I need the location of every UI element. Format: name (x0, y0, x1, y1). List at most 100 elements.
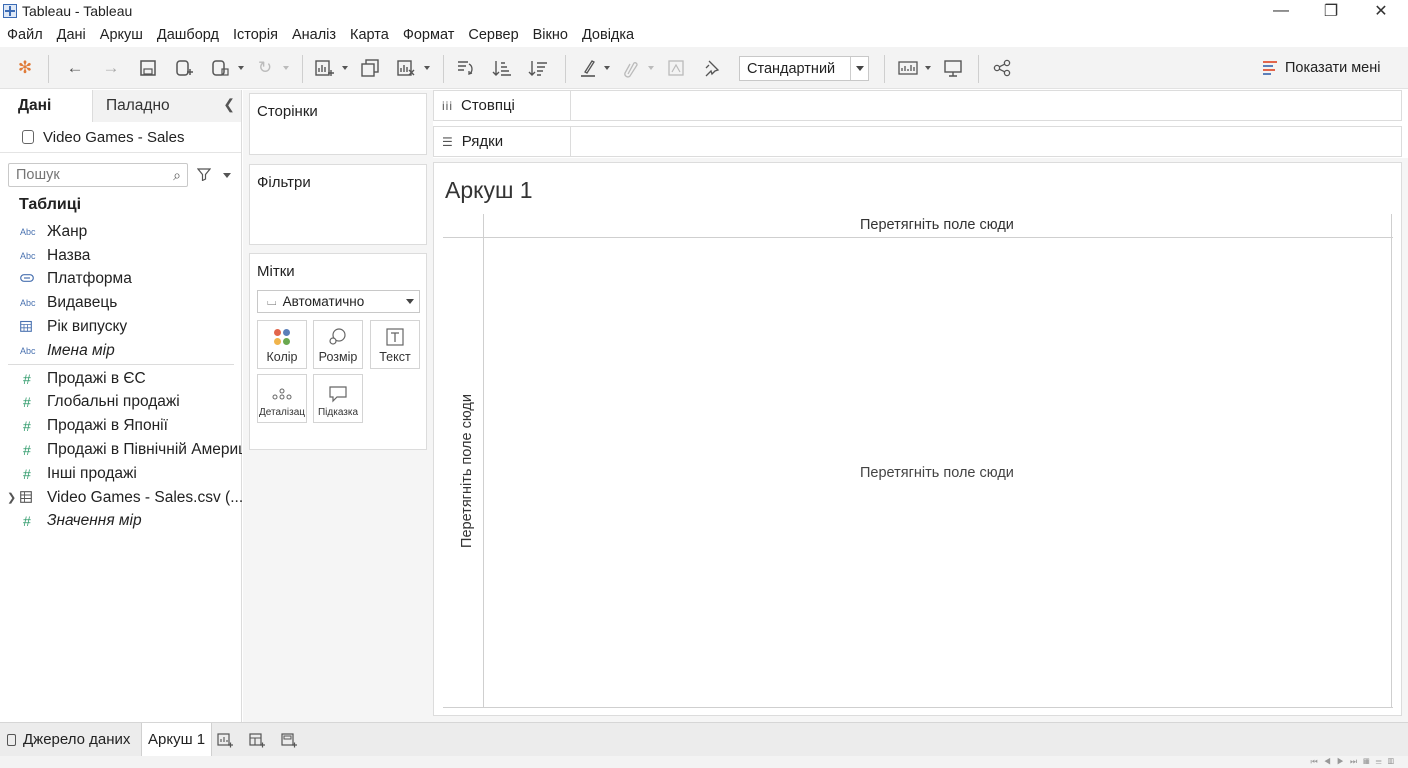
collapse-pane-icon[interactable]: ❮ (223, 96, 235, 113)
show-mark-labels-icon[interactable] (664, 56, 688, 80)
menu-dashboard[interactable]: Дашборд (157, 27, 219, 43)
rows-shelf[interactable]: ☰ Рядки (433, 126, 1402, 157)
pages-shelf[interactable]: Сторінки (249, 93, 427, 155)
tab-analytics[interactable]: Паладно (93, 90, 241, 122)
menu-server[interactable]: Сервер (468, 27, 518, 43)
restore-button[interactable]: ❐ (1308, 0, 1354, 22)
show-cards-icon[interactable] (896, 56, 920, 80)
tableau-logo-icon[interactable]: ✻ (13, 56, 37, 80)
field-measure-values[interactable]: # Значення мір (0, 510, 242, 534)
filter-icon[interactable] (196, 167, 212, 184)
field-jp-sales[interactable]: # Продажі в Японії (0, 414, 242, 438)
minimize-button[interactable]: — (1258, 0, 1304, 22)
columns-shelf-label-cell: iii Стовпці (434, 91, 571, 120)
expand-chevron-icon[interactable]: ❯ (7, 491, 16, 504)
color-mark-button[interactable]: Колір (257, 320, 307, 369)
search-box[interactable]: ⌕ (8, 163, 188, 187)
menu-data[interactable]: Дані (57, 27, 86, 43)
drop-field-columns-zone[interactable]: Перетягніть поле сюди (860, 217, 1014, 233)
fit-select-arrow[interactable] (850, 57, 868, 80)
text-mark-button[interactable]: Текст (370, 320, 420, 369)
field-other-sales[interactable]: # Інші продажі (0, 462, 242, 486)
menu-story[interactable]: Історія (233, 27, 278, 43)
field-global-sales[interactable]: # Глобальні продажі (0, 391, 242, 415)
group-members-icon[interactable] (618, 56, 642, 80)
new-worksheet-icon[interactable] (312, 56, 336, 80)
refresh-dropdown[interactable] (283, 66, 289, 70)
marks-card: Мітки ⌴ Автоматично Колір Розмір Текст Д… (249, 253, 427, 450)
sheet-title[interactable]: Аркуш 1 (445, 177, 533, 204)
sheet-navigation-icons[interactable]: ⏮◀▶⏭▦☰▥ (1311, 757, 1400, 767)
field-name[interactable]: Abc Назва (0, 244, 242, 268)
field-measure-names[interactable]: Abc Імена мір (0, 339, 242, 363)
new-worksheet-dropdown[interactable] (342, 66, 348, 70)
group-members-dropdown[interactable] (648, 66, 654, 70)
view-options-dropdown[interactable] (223, 172, 231, 178)
presentation-mode-icon[interactable] (941, 56, 965, 80)
string-type-icon: Abc (20, 298, 36, 309)
detail-mark-button[interactable]: Деталізац (257, 374, 307, 423)
duplicate-sheet-icon[interactable] (358, 56, 382, 80)
field-year[interactable]: Рік випуску (0, 315, 242, 339)
columns-shelf[interactable]: iii Стовпці (433, 90, 1402, 121)
shelves-pane: Сторінки Фільтри Мітки ⌴ Автоматично Кол… (243, 90, 433, 722)
refresh-icon[interactable]: ↻ (253, 56, 277, 80)
menu-help[interactable]: Довідка (582, 27, 634, 43)
fix-axes-pin-icon[interactable] (699, 56, 723, 80)
highlight-dropdown[interactable] (604, 66, 610, 70)
menu-window[interactable]: Вікно (533, 27, 568, 43)
pause-updates-icon[interactable] (208, 56, 232, 80)
field-genre[interactable]: Abc Жанр (0, 220, 242, 244)
field-publisher[interactable]: Abc Видавець (0, 291, 242, 315)
pause-updates-dropdown[interactable] (238, 66, 244, 70)
sort-ascending-icon[interactable] (490, 56, 514, 80)
new-story-tab-icon[interactable] (281, 732, 297, 748)
field-na-sales[interactable]: # Продажі в Північній Америці (0, 438, 242, 462)
field-eu-sales[interactable]: # Продажі в ЄС (0, 367, 242, 391)
undo-icon[interactable]: ← (63, 56, 87, 80)
filters-shelf[interactable]: Фільтри (249, 164, 427, 245)
text-mark-label: Текст (379, 350, 411, 364)
datasource-tab-icon (7, 733, 16, 746)
search-icon[interactable]: ⌕ (173, 167, 181, 184)
tooltip-mark-button[interactable]: Підказка (313, 374, 363, 423)
field-table-csv[interactable]: ❯ Video Games - Sales.csv (... (0, 486, 242, 510)
clear-sheet-dropdown[interactable] (424, 66, 430, 70)
drop-field-center-zone[interactable]: Перетягніть поле сюди (860, 465, 1014, 481)
mark-type-select[interactable]: ⌴ Автоматично (257, 290, 420, 313)
highlight-icon[interactable] (576, 56, 600, 80)
menu-analysis[interactable]: Аналіз (292, 27, 336, 43)
color-mark-label: Колір (266, 350, 298, 364)
drop-field-rows-zone[interactable]: Перетягніть поле сюди (459, 391, 475, 551)
close-button[interactable]: ✕ (1358, 0, 1404, 22)
menu-map[interactable]: Карта (350, 27, 389, 43)
field-label: Глобальні продажі (47, 393, 180, 411)
string-type-icon: Abc (20, 226, 36, 237)
field-label: Продажі в ЄС (47, 369, 146, 387)
save-icon[interactable] (136, 56, 160, 80)
menu-file[interactable]: Файл (7, 27, 43, 43)
link-type-icon (20, 273, 47, 285)
size-mark-button[interactable]: Розмір (313, 320, 363, 369)
sort-descending-icon[interactable] (526, 56, 550, 80)
tab-data[interactable]: Дані (0, 90, 93, 122)
tab-sheet-1[interactable]: Аркуш 1 (141, 723, 213, 756)
menu-worksheet[interactable]: Аркуш (100, 27, 143, 43)
show-me-button[interactable]: Показати мені (1263, 56, 1380, 80)
redo-icon[interactable]: → (99, 56, 123, 80)
share-icon[interactable] (990, 56, 1014, 80)
field-platform[interactable]: Платформа (0, 268, 242, 292)
new-dashboard-tab-icon[interactable] (249, 732, 265, 748)
datasource-item[interactable]: Video Games - Sales (0, 122, 241, 153)
tab-data-source[interactable]: Джерело даних (7, 723, 130, 756)
clear-sheet-icon[interactable] (394, 56, 418, 80)
new-worksheet-tab-icon[interactable] (217, 732, 233, 748)
show-cards-dropdown[interactable] (925, 66, 931, 70)
swap-rows-columns-icon[interactable] (453, 56, 477, 80)
search-input[interactable] (16, 167, 174, 183)
mark-type-arrow[interactable] (406, 299, 414, 304)
menu-format[interactable]: Формат (403, 27, 455, 43)
new-datasource-icon[interactable] (172, 56, 196, 80)
fit-select[interactable]: Стандартний (739, 56, 869, 81)
status-bar: ⏮◀▶⏭▦☰▥ (0, 756, 1408, 768)
